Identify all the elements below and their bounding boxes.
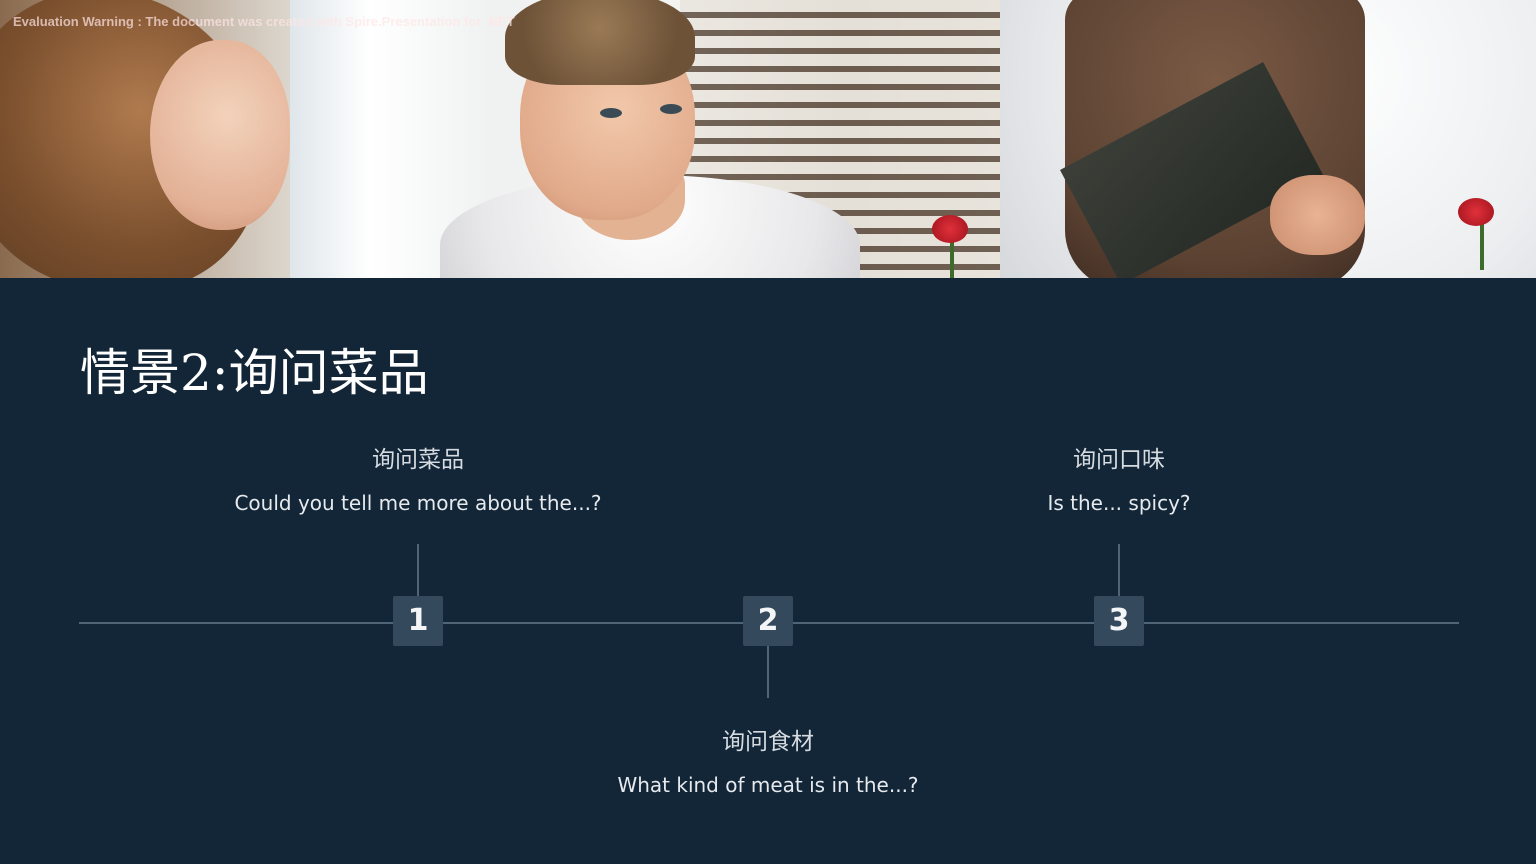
step-3-text: Is the... spicy?: [1047, 491, 1191, 515]
photo-rose-stem: [1480, 220, 1484, 270]
step-1-connector: [417, 544, 419, 598]
photo-rose: [1458, 198, 1494, 226]
photo-rose: [932, 215, 968, 243]
photo-man-eye: [660, 104, 682, 114]
step-1-text: Could you tell me more about the...?: [234, 491, 602, 515]
step-3-marker: 3: [1094, 596, 1144, 646]
evaluation-watermark: Evaluation Warning : The document was cr…: [13, 14, 515, 29]
step-2-heading: 询问食材: [722, 729, 814, 755]
photo-waiter-hand: [1270, 175, 1365, 255]
step-1-heading: 询问菜品: [372, 447, 464, 473]
slide-title: 情景2:询问菜品: [80, 344, 429, 402]
step-1-marker: 1: [393, 596, 443, 646]
step-3-heading: 询问口味: [1073, 447, 1165, 473]
photo-man-hair: [505, 0, 695, 85]
step-2-connector: [767, 644, 769, 698]
step-2-marker: 2: [743, 596, 793, 646]
photo-man-eye: [600, 108, 622, 118]
step-2-text: What kind of meat is in the...?: [617, 773, 919, 797]
header-photo: [0, 0, 1536, 278]
photo-woman-face: [150, 40, 290, 230]
step-3-connector: [1118, 544, 1120, 598]
